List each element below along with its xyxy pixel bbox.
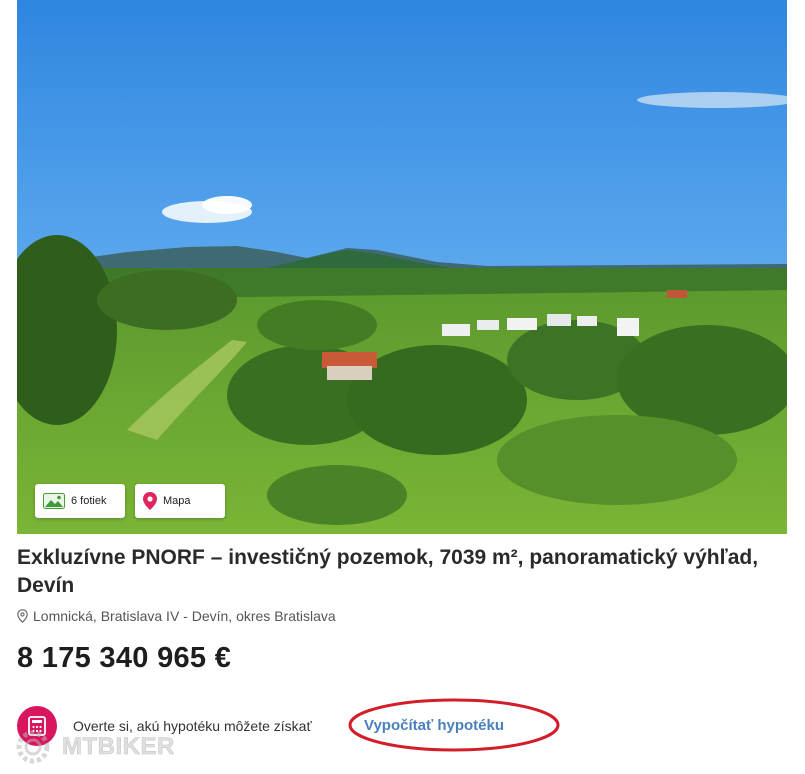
landscape-image: [17, 0, 787, 534]
map-button[interactable]: Mapa: [135, 484, 225, 518]
photos-count-label: 6 fotiek: [71, 495, 107, 507]
location-pin-icon: [17, 609, 28, 623]
photo-gallery-icon: [43, 493, 65, 509]
listing-photo[interactable]: [17, 0, 787, 534]
photos-button[interactable]: 6 fotiek: [35, 484, 125, 518]
map-label: Mapa: [163, 495, 191, 507]
watermark-text: MTBIKER: [62, 733, 175, 761]
watermark: MTBIKER: [10, 726, 175, 768]
map-pin-icon: [143, 492, 157, 510]
calculate-mortgage-link[interactable]: Vypočítať hypotéku: [364, 717, 504, 734]
listing-price: 8 175 340 965 €: [17, 642, 232, 674]
gear-logo-icon: [16, 730, 50, 764]
address-text: Lomnická, Bratislava IV - Devín, okres B…: [33, 608, 336, 624]
listing-address: Lomnická, Bratislava IV - Devín, okres B…: [17, 608, 336, 624]
listing-title[interactable]: Exkluzívne PNORF – investičný pozemok, 7…: [17, 544, 792, 600]
